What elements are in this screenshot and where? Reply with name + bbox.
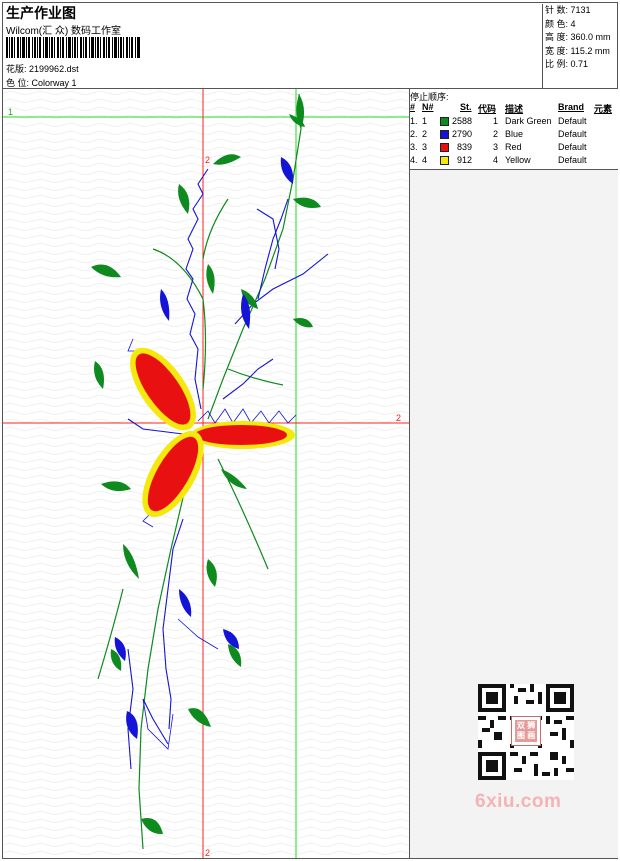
pattern-value: 2199962.dst — [29, 64, 79, 74]
embroidery-drawing: 1 2 2 2 — [3, 89, 409, 858]
col-header-n: N# — [422, 102, 434, 112]
row-brand: Default — [558, 142, 587, 152]
row-index: 3. — [410, 142, 418, 152]
red-v-axis-label-top: 2 — [205, 155, 210, 165]
row-index: 2. — [410, 129, 418, 139]
stat-scale: 比 例: 0.71 — [545, 59, 589, 69]
qr-logo-text: 双 狮 图 画 — [517, 721, 536, 740]
embroidery-canvas: 1 2 2 2 — [3, 89, 410, 858]
col-header-element: 元素 — [594, 104, 613, 114]
colorway-label: 色 位: — [6, 78, 30, 88]
table-row: 1. 1 2588 1 Dark Green Default — [410, 116, 618, 129]
row-stitches: 2588 — [452, 116, 473, 126]
row-n: 3 — [422, 142, 428, 152]
fabric-texture — [3, 89, 409, 858]
red-h-axis-label: 2 — [396, 413, 401, 423]
stat-stitches: 针 数: 7131 — [545, 5, 591, 15]
col-header-description: 描述 — [505, 104, 524, 114]
stat-height: 高 度: 360.0 mm — [545, 32, 611, 42]
qr-logo-badge: 双 狮 图 画 — [511, 716, 541, 746]
stat-width: 宽 度: 115.2 mm — [545, 45, 610, 56]
stat-colors: 颜 色: 4 — [545, 18, 576, 29]
color-swatch — [440, 143, 449, 152]
row-code: 1 — [493, 116, 499, 126]
row-n: 4 — [422, 155, 428, 165]
table-row: 4. 4 912 4 Yellow Default — [410, 155, 618, 168]
pattern-info: 花版: 2199962.dst — [6, 62, 79, 75]
barcode — [6, 37, 140, 58]
company-name: Wilcom(汇 众) 数码工作室 — [6, 26, 121, 37]
table-row: 2. 2 2790 2 Blue Default — [410, 129, 618, 142]
col-header-code: 代码 — [478, 104, 497, 114]
row-index: 1. — [410, 116, 418, 126]
col-header-index: # — [410, 102, 416, 112]
col-header-brand: Brand — [558, 102, 585, 112]
row-description: Blue — [505, 129, 524, 139]
row-description: Yellow — [505, 155, 531, 165]
watermark-site: 6xiu.com — [475, 791, 562, 812]
design-stats: 针 数: 7131 颜 色: 4 高 度: 360.0 mm 宽 度: 115.… — [542, 4, 618, 88]
row-index: 4. — [410, 155, 418, 165]
row-stitches: 839 — [457, 142, 473, 152]
row-code: 2 — [493, 129, 499, 139]
row-stitches: 2790 — [452, 129, 473, 139]
row-brand: Default — [558, 129, 587, 139]
row-brand: Default — [558, 116, 587, 126]
pattern-label: 花版: — [6, 64, 27, 74]
color-swatch — [440, 117, 449, 126]
color-swatch — [440, 156, 449, 165]
stop-sequence-table: 停止顺序: # N# St. 代码 描述 Brand 元素 1. 1 2588 … — [410, 89, 618, 170]
petal-right — [195, 425, 287, 445]
row-description: Dark Green — [505, 116, 552, 126]
table-row: 3. 3 839 3 Red Default — [410, 142, 618, 155]
colorway-value: Colorway 1 — [31, 78, 77, 88]
row-n: 2 — [422, 129, 428, 139]
row-n: 1 — [422, 116, 428, 126]
page-title: 生产作业图 — [6, 5, 76, 21]
col-header-stitches: St. — [460, 102, 472, 112]
row-stitches: 912 — [457, 155, 473, 165]
red-v-axis-label: 2 — [205, 848, 210, 858]
color-swatch — [440, 130, 449, 139]
row-brand: Default — [558, 155, 587, 165]
row-description: Red — [505, 142, 522, 152]
row-code: 4 — [493, 155, 499, 165]
green-h-axis-label: 1 — [8, 107, 13, 117]
row-code: 3 — [493, 142, 499, 152]
